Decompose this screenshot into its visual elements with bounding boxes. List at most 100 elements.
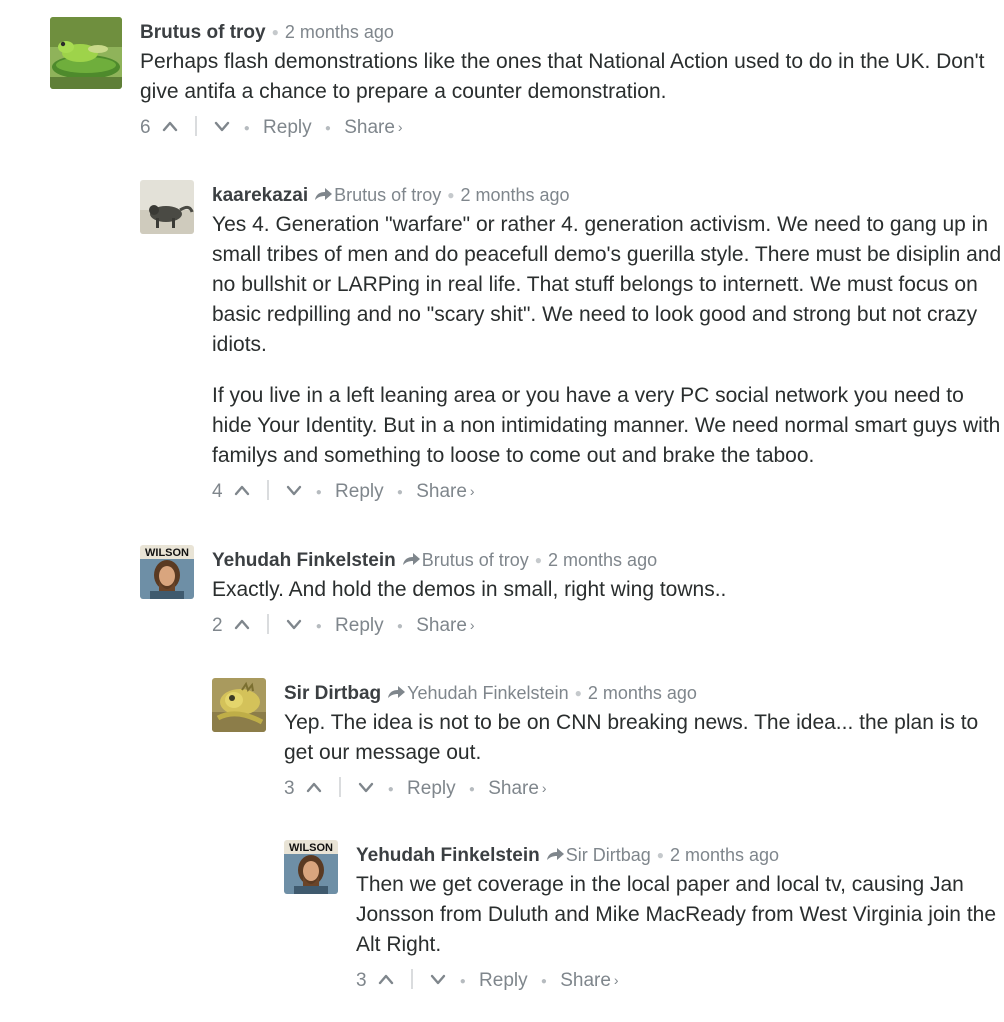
comment-header: kaarekazai Brutus of troy ● 2 months ago	[212, 180, 1004, 210]
footer-dot: ●	[396, 621, 403, 632]
comment-paragraph: Yep. The idea is not to be on CNN breaki…	[284, 711, 979, 764]
reply-arrow-icon	[388, 686, 406, 698]
avatar[interactable]	[212, 678, 266, 732]
timestamp[interactable]: 2 months ago	[588, 683, 697, 703]
meta-dot: ●	[534, 553, 543, 567]
author-name[interactable]: Sir Dirtbag	[284, 683, 381, 704]
frog-on-lilypad-avatar	[50, 17, 122, 89]
comment-paragraph: If you live in a left leaning area or yo…	[212, 384, 1001, 467]
comment-thread: Brutus of troy ● 2 months ago Perhaps flas…	[0, 0, 1004, 1022]
reply-button[interactable]: Reply	[407, 778, 456, 799]
vote-separator	[411, 969, 414, 989]
vote-separator	[267, 480, 270, 500]
footer-dot: ●	[315, 487, 322, 498]
meta-dot: ●	[656, 848, 664, 862]
author-name[interactable]: Yehudah Finkelstein	[212, 550, 396, 571]
comment-text: Yep. The idea is not to be on CNN breaki…	[284, 708, 1004, 768]
meta-dot: ●	[447, 188, 455, 202]
avatar[interactable]: WILSON	[284, 840, 338, 894]
share-button[interactable]: Share ›	[416, 481, 474, 502]
upvote-icon[interactable]	[234, 484, 250, 496]
reply-arrow-icon	[546, 848, 564, 860]
footer-dot: ●	[468, 784, 475, 795]
parent-author-link[interactable]: Sir Dirtbag	[566, 845, 651, 865]
share-label: Share	[416, 481, 467, 502]
timestamp[interactable]: 2 months ago	[670, 845, 779, 865]
comment-footer: 2 ● Reply ● Share ›	[212, 611, 1004, 639]
parent-author-link[interactable]: Brutus of troy	[334, 185, 441, 205]
upvote-icon[interactable]	[378, 973, 394, 985]
comment-body: Brutus of troy ● 2 months ago Perhaps flas…	[140, 17, 1004, 141]
share-label: Share	[344, 117, 395, 138]
reply-arrow-icon	[402, 553, 420, 565]
timestamp[interactable]: 2 months ago	[548, 550, 657, 570]
upvote-icon[interactable]	[234, 618, 250, 630]
comment: Sir Dirtbag Yehudah Finkelstein ● 2 months …	[212, 678, 1004, 808]
author-name[interactable]: kaarekazai	[212, 185, 308, 206]
comment-header: Brutus of troy ● 2 months ago	[140, 17, 1004, 47]
comment: Brutus of troy ● 2 months ago Perhaps flas…	[50, 17, 1004, 147]
avatar[interactable]	[140, 180, 194, 234]
footer-dot: ●	[396, 487, 403, 498]
comment-body: Yehudah Finkelstein Brutus of troy ● 2 mont…	[212, 545, 1004, 639]
share-label: Share	[560, 970, 611, 991]
comment-paragraph: Exactly. And hold the demos in small, ri…	[212, 578, 727, 601]
footer-dot: ●	[324, 123, 331, 134]
vote-count: 3	[284, 778, 295, 799]
iguana-avatar	[212, 678, 266, 732]
svg-text:WILSON: WILSON	[145, 547, 189, 559]
comment-header: Yehudah Finkelstein Sir Dirtbag ● 2 months …	[356, 840, 1004, 870]
comment-text: Exactly. And hold the demos in small, ri…	[212, 575, 1004, 605]
comment-body: Sir Dirtbag Yehudah Finkelstein ● 2 months …	[284, 678, 1004, 802]
vote-count: 3	[356, 970, 367, 991]
wilson-poster-avatar: WILSON	[284, 840, 338, 894]
share-label: Share	[488, 778, 539, 799]
downvote-icon[interactable]	[430, 973, 446, 985]
footer-dot: ●	[459, 976, 466, 987]
reply-arrow-icon	[315, 188, 333, 200]
parent-author-link[interactable]: Brutus of troy	[422, 550, 529, 570]
comment-footer: 4 ● Reply ● Share ›	[212, 477, 1004, 505]
comment-header: Yehudah Finkelstein Brutus of troy ● 2 mont…	[212, 545, 1004, 575]
upvote-icon[interactable]	[306, 781, 322, 793]
comment-body: Yehudah Finkelstein Sir Dirtbag ● 2 months …	[356, 840, 1004, 994]
reply-button[interactable]: Reply	[335, 615, 384, 636]
parent-author-link[interactable]: Yehudah Finkelstein	[407, 683, 568, 703]
share-button[interactable]: Share ›	[560, 970, 618, 991]
share-button[interactable]: Share ›	[416, 615, 474, 636]
wilson-poster-avatar: WILSON	[140, 545, 194, 599]
author-name[interactable]: Yehudah Finkelstein	[356, 845, 540, 866]
timestamp[interactable]: 2 months ago	[285, 22, 394, 42]
vote-separator	[195, 116, 198, 136]
animal-photo-avatar	[140, 180, 194, 234]
comment: kaarekazai Brutus of troy ● 2 months ago Ye…	[140, 180, 1004, 510]
share-button[interactable]: Share ›	[488, 778, 546, 799]
comment-header: Sir Dirtbag Yehudah Finkelstein ● 2 months …	[284, 678, 1004, 708]
reply-button[interactable]: Reply	[263, 117, 312, 138]
vote-count: 6	[140, 117, 151, 138]
upvote-icon[interactable]	[162, 120, 178, 132]
comment-footer: 6 ● Reply ● Share ›	[140, 113, 1004, 141]
comment-body: kaarekazai Brutus of troy ● 2 months ago Ye…	[212, 180, 1004, 505]
downvote-icon[interactable]	[358, 781, 374, 793]
downvote-icon[interactable]	[286, 484, 302, 496]
meta-dot: ●	[271, 25, 279, 39]
avatar[interactable]	[50, 17, 122, 89]
share-label: Share	[416, 615, 467, 636]
chevron-right-icon: ›	[613, 972, 619, 988]
timestamp[interactable]: 2 months ago	[460, 185, 569, 205]
author-name[interactable]: Brutus of troy	[140, 22, 266, 43]
comment: WILSON Yehudah Finkelstein Sir Dirtbag ● 2 …	[284, 840, 1004, 1010]
comment-paragraph: Yes 4. Generation "warfare" or rather 4.…	[212, 213, 1002, 356]
reply-button[interactable]: Reply	[479, 970, 528, 991]
downvote-icon[interactable]	[214, 120, 230, 132]
svg-text:WILSON: WILSON	[289, 842, 333, 854]
chevron-right-icon: ›	[541, 780, 547, 796]
avatar[interactable]: WILSON	[140, 545, 194, 599]
reply-button[interactable]: Reply	[335, 481, 384, 502]
comment: WILSON Yehudah Finkelstein Brutus of troy…	[140, 545, 1004, 645]
footer-dot: ●	[540, 976, 547, 987]
comment-text: Then we get coverage in the local paper …	[356, 870, 1004, 960]
share-button[interactable]: Share ›	[344, 117, 402, 138]
downvote-icon[interactable]	[286, 618, 302, 630]
